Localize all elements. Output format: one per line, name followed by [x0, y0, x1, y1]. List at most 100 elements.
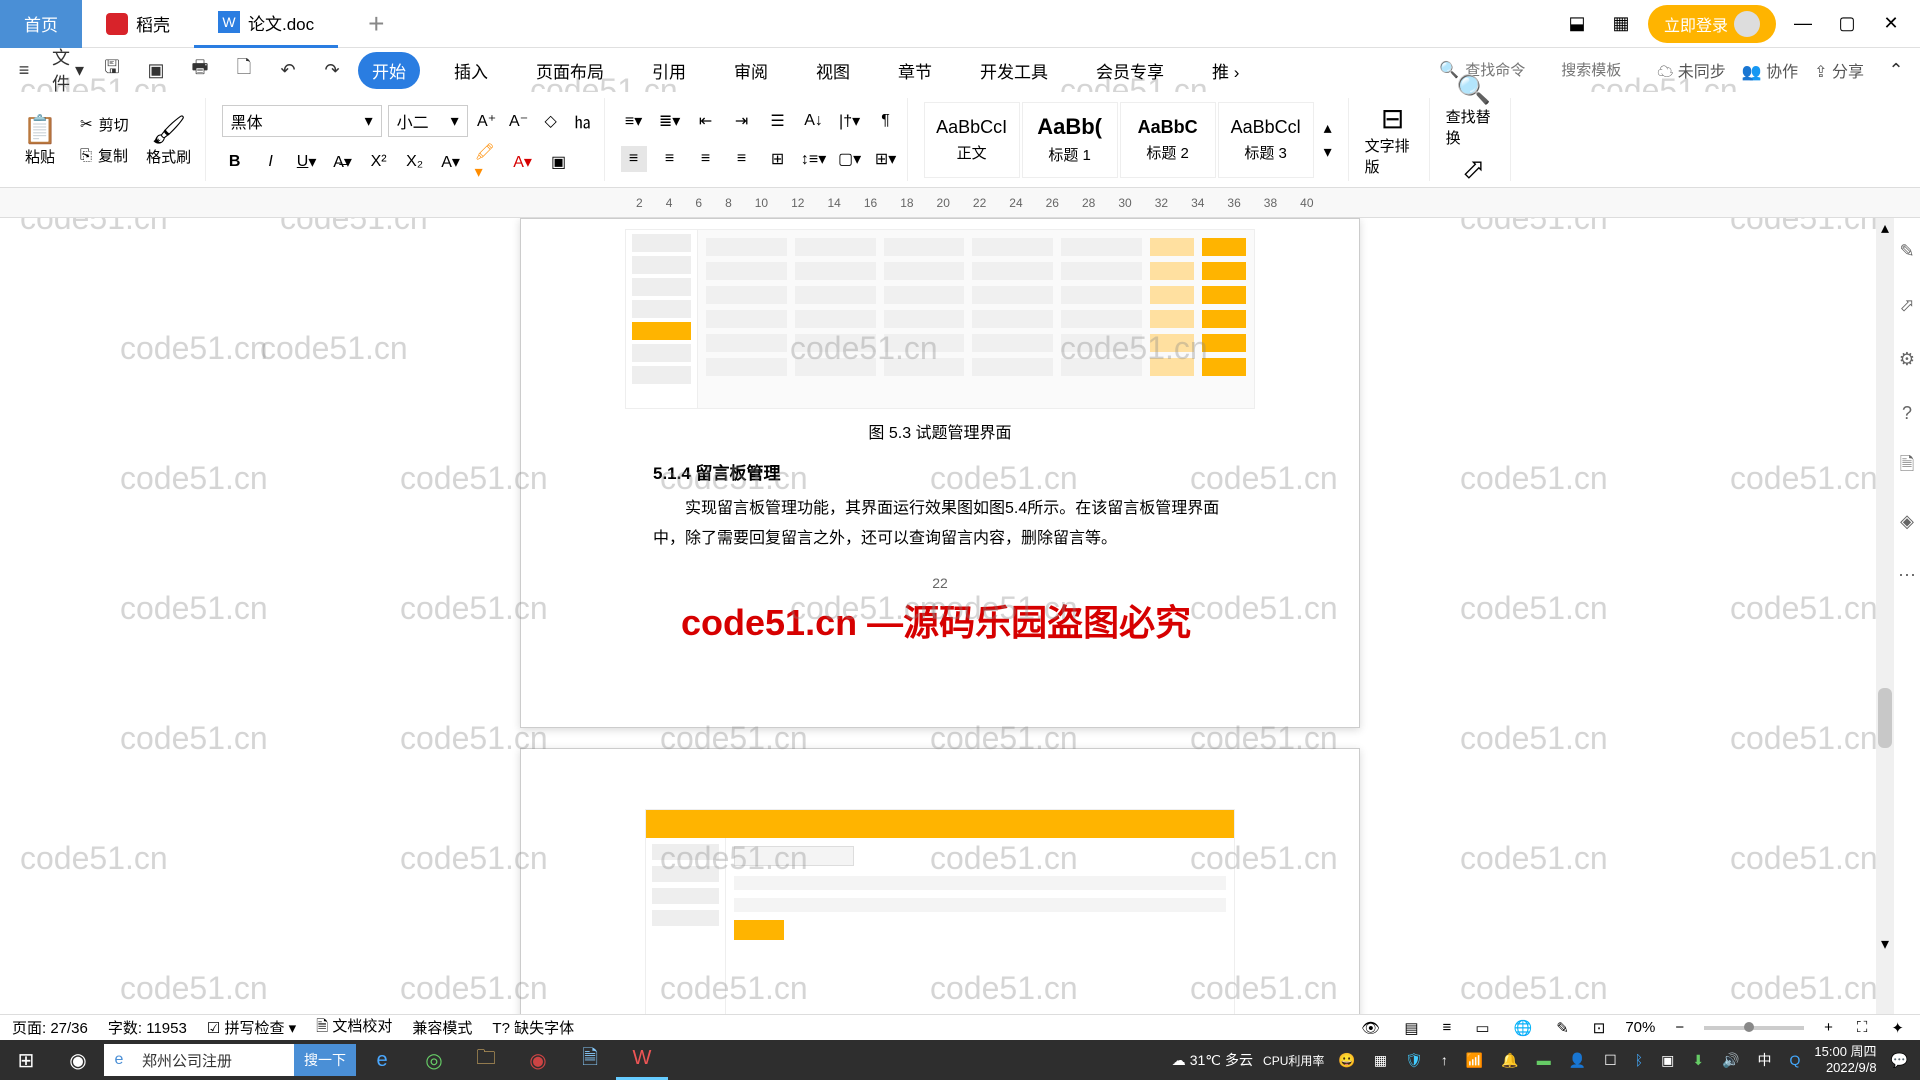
bullets-button[interactable]: ≡▾ — [621, 108, 647, 134]
menutab-vip[interactable]: 会员专享 — [1082, 52, 1178, 89]
help-tool-icon[interactable]: ? — [1894, 400, 1920, 426]
collapse-ribbon-icon[interactable]: ⌃ — [1880, 54, 1912, 86]
ruler[interactable]: 2 4 6 8 10 12 14 16 18 20 22 24 26 28 30… — [0, 188, 1920, 218]
menutab-refs[interactable]: 引用 — [638, 52, 700, 89]
tab-docshell[interactable]: 稻壳 — [82, 0, 194, 48]
format-painter-button[interactable]: 🖌格式刷 — [141, 112, 197, 168]
maximize-button[interactable]: ▢ — [1830, 7, 1864, 41]
strikethrough-button[interactable]: A̶▾ — [330, 149, 356, 175]
numbering-button[interactable]: ≣▾ — [657, 108, 683, 134]
style-h3[interactable]: AaBbCcl标题 3 — [1218, 102, 1314, 178]
app-ie-icon[interactable]: e — [356, 1040, 408, 1080]
text-effect-button[interactable]: A▾ — [438, 149, 464, 175]
eye-icon[interactable]: 👁 — [1357, 1017, 1384, 1039]
close-button[interactable]: ✕ — [1874, 7, 1908, 41]
app-notepad-icon[interactable]: 🗎 — [564, 1040, 616, 1080]
tray-wifi-icon[interactable]: 📶 — [1462, 1050, 1487, 1071]
translate-tool-icon[interactable]: 🗎 — [1894, 454, 1920, 480]
decrease-indent-button[interactable]: ⇤ — [693, 108, 719, 134]
view-page-icon[interactable]: ▤ — [1400, 1017, 1422, 1039]
tray-icon[interactable]: ⬇ — [1688, 1050, 1708, 1071]
vertical-scrollbar[interactable]: ▴ ▾ — [1876, 218, 1894, 1014]
print-icon[interactable]: 🖶 — [184, 54, 216, 86]
layout-icon[interactable]: ⬓ — [1560, 7, 1594, 41]
tray-icon[interactable]: ▣ — [1657, 1050, 1678, 1071]
scroll-up-icon[interactable]: ▴ — [1876, 218, 1894, 238]
taskbar-search-input[interactable] — [134, 1044, 294, 1076]
sync-status[interactable]: ☁ 未同步 — [1657, 58, 1725, 82]
apps-icon[interactable]: ▦ — [1604, 7, 1638, 41]
tab-home[interactable]: 首页 — [0, 0, 82, 48]
minimize-button[interactable]: — — [1786, 7, 1820, 41]
app-vm-icon[interactable]: ◉ — [512, 1040, 564, 1080]
cut-button[interactable]: ✂ 剪切 — [76, 112, 133, 137]
tray-icon[interactable]: ▬ — [1533, 1050, 1555, 1070]
new-tab-button[interactable]: + — [368, 8, 384, 40]
menutab-chapter[interactable]: 章节 — [884, 52, 946, 89]
doc-page[interactable]: 图 5.3 试题管理界面 5.1.4 留言板管理 实现留言板管理功能，其界面运行… — [520, 218, 1360, 728]
menutab-devtools[interactable]: 开发工具 — [966, 52, 1062, 89]
align-right-button[interactable]: ≡ — [693, 146, 719, 172]
word-count[interactable]: 字数: 11953 — [108, 1017, 187, 1038]
menutab-insert[interactable]: 插入 — [440, 52, 502, 89]
diamond-tool-icon[interactable]: ◈ — [1894, 508, 1920, 534]
bottom-more-icon[interactable]: ✦ — [1887, 1017, 1908, 1039]
taskbar-weather[interactable]: ☁ 31℃ 多云 — [1172, 1050, 1253, 1070]
redo-icon[interactable]: ↷ — [316, 54, 348, 86]
cursor-tool-icon[interactable]: ⬀ — [1894, 292, 1920, 318]
copy-button[interactable]: ⎘ 复制 — [76, 143, 133, 168]
tray-icon[interactable]: Q — [1786, 1050, 1805, 1070]
start-button[interactable]: ⊞ — [0, 1040, 52, 1080]
subscript-button[interactable]: X₂ — [402, 149, 428, 175]
more-tools-icon[interactable]: ⋯ — [1894, 562, 1920, 588]
missing-fonts[interactable]: T? 缺失字体 — [492, 1017, 574, 1038]
tray-bluetooth-icon[interactable]: ᛒ — [1631, 1050, 1647, 1070]
cpu-status[interactable]: CPU利用率 — [1263, 1052, 1324, 1069]
zoom-out-button[interactable]: − — [1671, 1017, 1688, 1038]
taskbar-clock[interactable]: 15:00 周四 2022/9/8 — [1814, 1044, 1876, 1075]
tray-icon[interactable]: 🛡 — [1401, 1050, 1427, 1071]
tray-icon[interactable]: ↑ — [1437, 1050, 1452, 1070]
file-menu[interactable]: 文件▾ — [52, 54, 84, 86]
template-search-input[interactable] — [1561, 62, 1641, 79]
scroll-down-icon[interactable]: ▾ — [1876, 934, 1894, 954]
undo-icon[interactable]: ↶ — [272, 54, 304, 86]
font-color-button[interactable]: A▾ — [510, 149, 536, 175]
sort-button[interactable]: A↓ — [801, 108, 827, 134]
doc-paragraph[interactable]: 实现留言板管理功能，其界面运行效果图如图5.4所示。在该留言板管理界面中，除了需… — [653, 494, 1227, 555]
clear-format-icon[interactable]: ◇ — [538, 108, 564, 134]
taskbar-search-button[interactable]: 搜一下 — [294, 1044, 356, 1076]
style-normal[interactable]: AaBbCcI正文 — [924, 102, 1020, 178]
view-web-icon[interactable]: 🌐 — [1510, 1017, 1537, 1039]
taskview-button[interactable]: ◉ — [52, 1040, 104, 1080]
document-canvas[interactable]: 图 5.3 试题管理界面 5.1.4 留言板管理 实现留言板管理功能，其界面运行… — [0, 218, 1894, 1014]
tray-icon[interactable]: 😀 — [1334, 1050, 1359, 1071]
char-border-button[interactable]: ▣ — [546, 149, 572, 175]
settings-tool-icon[interactable]: ⚙ — [1894, 346, 1920, 372]
show-marks-button[interactable]: ¶ — [873, 108, 899, 134]
scroll-thumb[interactable] — [1878, 688, 1892, 748]
zoom-value[interactable]: 70% — [1625, 1019, 1655, 1036]
increase-indent-button[interactable]: ⇥ — [729, 108, 755, 134]
edit-mode-icon[interactable]: ✎ — [1552, 1017, 1573, 1039]
style-h2[interactable]: AaBbC标题 2 — [1120, 102, 1216, 178]
fullscreen-icon[interactable]: ⛶ — [1853, 1017, 1872, 1038]
grow-font-icon[interactable]: A⁺ — [474, 108, 500, 134]
print-preview-icon[interactable]: 🗋 — [228, 54, 260, 86]
app-360-icon[interactable]: ◎ — [408, 1040, 460, 1080]
doc-heading[interactable]: 5.1.4 留言板管理 — [653, 459, 1359, 484]
menutab-start[interactable]: 开始 — [358, 52, 420, 89]
highlight-button[interactable]: 🖍▾ — [474, 149, 500, 175]
tab-document[interactable]: W 论文.doc — [194, 0, 338, 48]
spell-check[interactable]: ☑ 拼写检查 ▾ — [207, 1017, 296, 1038]
align-left-button[interactable]: ≡ — [621, 146, 647, 172]
style-h1[interactable]: AaBb(标题 1 — [1022, 102, 1118, 178]
compat-mode[interactable]: 兼容模式 — [412, 1017, 472, 1038]
view-read-icon[interactable]: ▭ — [1471, 1017, 1493, 1039]
tray-icon[interactable]: ▦ — [1370, 1050, 1391, 1071]
taskbar-search[interactable]: e 搜一下 — [104, 1044, 356, 1076]
text-layout-button[interactable]: ⊟文字排版 — [1365, 102, 1421, 177]
align-justify-button[interactable]: ≡ — [729, 146, 755, 172]
hamburger-icon[interactable]: ≡ — [8, 54, 40, 86]
paste-button[interactable]: 📋粘贴 — [12, 112, 68, 168]
